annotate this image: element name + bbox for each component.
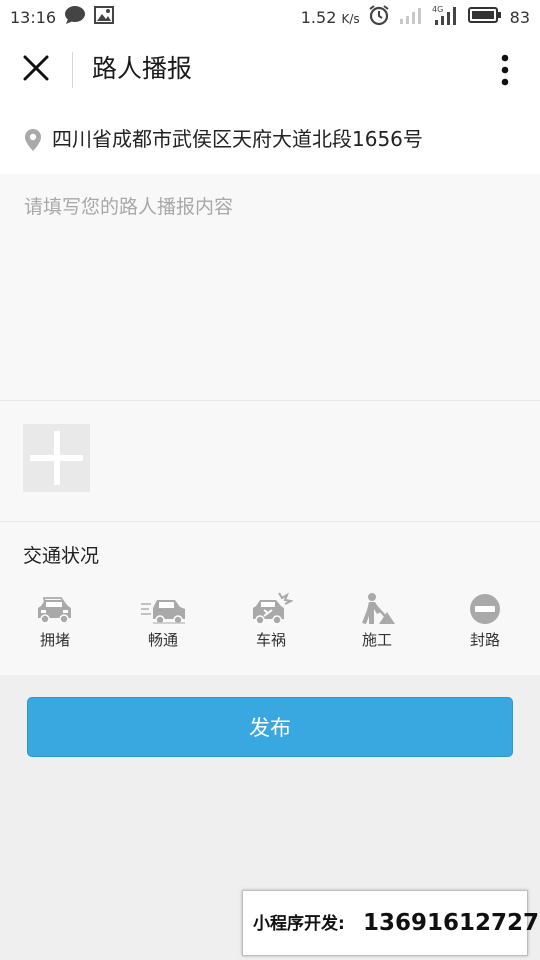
image-notification-icon [94,6,115,28]
add-photo-button[interactable] [23,424,90,492]
battery-icon [467,6,502,28]
moving-car-icon [141,600,185,625]
traffic-option-road-closed[interactable]: 封路 [440,588,530,668]
traffic-option-label: 畅通 [147,631,178,649]
title-bar: 路人播报 [0,34,540,104]
road-closed-icon [470,594,500,624]
traffic-option-clear[interactable]: 畅通 [118,588,208,668]
location-address: 四川省成都市武侯区天府大道北段1656号 [52,127,423,151]
battery-level: 83 [509,7,530,27]
content-area [0,174,540,401]
chat-bubble-icon [64,5,86,29]
traffic-options: 拥堵 畅通 车祸 施工 封路 [0,588,540,668]
more-vertical-icon [501,54,509,86]
close-button[interactable] [16,51,56,87]
traffic-heading: 交通状况 [23,545,100,567]
construction-worker-icon [362,593,395,624]
close-icon [23,55,49,81]
signal-empty-icon [398,5,424,29]
traffic-option-label: 施工 [361,631,392,649]
svg-text:4G: 4G [432,5,443,14]
network-speed: 1.52 K/s [300,7,360,27]
car-accident-icon [253,592,293,625]
location-row[interactable]: 四川省成都市武侯区天府大道北段1656号 [0,104,540,174]
status-bar: 13:16 1.52 K/s 4G 83 [0,0,540,34]
promo-label: 小程序开发: [253,914,345,934]
traffic-section: 交通状况 拥堵 畅通 车祸 施工 封路 [0,522,540,675]
traffic-option-accident[interactable]: 车祸 [226,588,316,668]
title-divider [72,52,73,88]
promo-phone: 13691612727 [363,910,540,936]
location-pin-icon [24,128,42,156]
traffic-option-label: 车祸 [255,631,286,649]
traffic-option-construction[interactable]: 施工 [332,588,422,668]
publish-button[interactable]: 发布 [27,697,513,757]
traffic-option-label: 拥堵 [39,631,70,649]
signal-4g-icon: 4G [432,4,460,30]
traffic-option-congested[interactable]: 拥堵 [10,588,100,668]
promo-banner: 小程序开发: 13691612727 [242,890,539,956]
status-time: 13:16 [10,7,57,27]
status-bar-right: 1.52 K/s 4G 83 [301,0,530,34]
more-options-button[interactable] [490,50,520,90]
traffic-option-label: 封路 [469,631,500,649]
page-title: 路人播报 [92,54,193,83]
alarm-icon [368,4,390,30]
photo-upload-area [0,401,540,522]
report-content-input[interactable] [22,190,522,384]
congested-car-icon [38,597,71,624]
status-bar-left: 13:16 [10,0,115,34]
